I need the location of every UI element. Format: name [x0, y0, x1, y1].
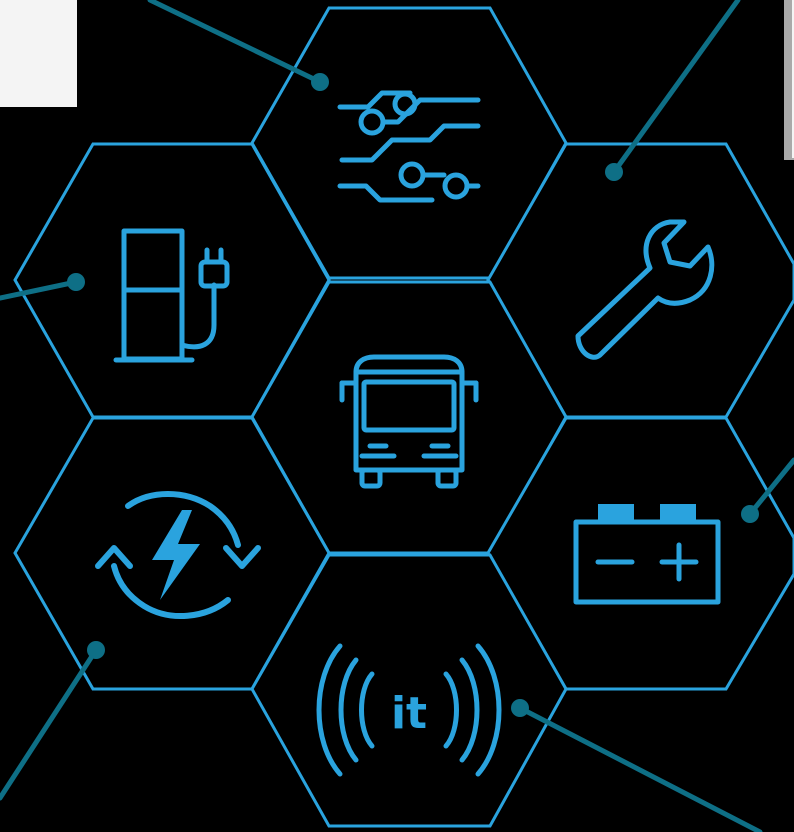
it-label: it — [391, 688, 427, 739]
hexagon-diagram: it — [0, 0, 794, 832]
diagram-canvas: it — [0, 0, 794, 832]
connector-lower-left — [0, 641, 105, 801]
corner-panel-top-left — [0, 0, 77, 107]
